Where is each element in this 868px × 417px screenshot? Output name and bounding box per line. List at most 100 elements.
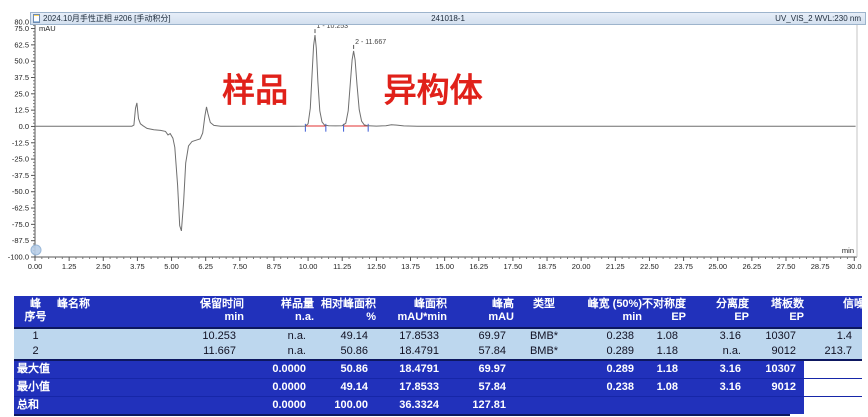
summary-cell [514, 379, 574, 396]
table-cell: BMB* [514, 344, 574, 359]
x-axis-tick-label: 6.25 [198, 262, 213, 271]
y-axis-tick-label: 50.0 [14, 57, 29, 66]
x-axis-tick-label: 15.00 [435, 262, 454, 271]
column-header-line1: 峰 [14, 298, 57, 311]
summary-label: 最大值 [14, 361, 172, 378]
table-cell [57, 344, 172, 359]
table-row[interactable]: 110.253n.a.49.1417.853369.97BMB*0.2381.0… [14, 329, 862, 344]
table-cell: 1.08 [642, 329, 686, 344]
column-header: 不对称度EP [642, 296, 686, 327]
sample-name: 241018-1 [431, 13, 465, 24]
column-header-line2 [804, 311, 868, 324]
summary-cell [749, 397, 804, 414]
column-header-line2: mAU [447, 311, 514, 324]
summary-cell [574, 397, 642, 414]
y-axis-tick-label: 12.5 [14, 106, 29, 115]
table-cell: 213.7 [804, 344, 868, 359]
summary-cell [514, 361, 574, 378]
y-axis-tick-label: -50.0 [12, 187, 29, 196]
column-header-line2 [514, 311, 574, 324]
summary-label: 总和 [14, 397, 172, 414]
summary-cell: 9012 [749, 379, 804, 396]
column-header-line2: n.a. [244, 311, 314, 324]
table-row[interactable]: 211.667n.a.50.8618.479157.84BMB*0.2891.1… [14, 344, 862, 359]
summary-cell: 18.4791 [376, 361, 447, 378]
x-axis-tick-label: 0.00 [28, 262, 43, 271]
chromatogram-panel[interactable]: 80.075.062.550.037.525.012.50.0-12.5-25.… [0, 0, 868, 285]
y-axis-unit-label: mAU [39, 24, 56, 33]
x-axis-tick-label: 18.75 [538, 262, 557, 271]
y-axis-tick-label: -100.0 [8, 253, 29, 262]
chromatogram-icon [33, 14, 40, 23]
chromatogram-plot[interactable]: 80.075.062.550.037.525.012.50.0-12.5-25.… [0, 0, 868, 285]
x-axis-tick-label: 13.75 [401, 262, 420, 271]
x-axis-tick-label: 3.75 [130, 262, 145, 271]
table-cell: 0.238 [574, 329, 642, 344]
x-axis-tick-label: 23.75 [674, 262, 693, 271]
table-cell: 18.4791 [376, 344, 447, 359]
column-header-line1: 峰高 [447, 298, 514, 311]
summary-cell: 0.0000 [244, 379, 314, 396]
y-axis-tick-label: -12.5 [12, 138, 29, 147]
table-cell: 50.86 [314, 344, 376, 359]
table-cell: n.a. [686, 344, 749, 359]
table-cell: 69.97 [447, 329, 514, 344]
x-axis-tick-label: 12.50 [367, 262, 386, 271]
summary-label: 最小值 [14, 379, 172, 396]
column-header-line2: min [574, 311, 642, 324]
chromatogram-trace[interactable] [35, 35, 856, 231]
table-cell: 1.18 [642, 344, 686, 359]
column-header-line2: EP [642, 311, 686, 324]
column-header-line1: 分离度 [686, 298, 749, 311]
column-header-line1: 塔板数 [749, 298, 804, 311]
table-cell: BMB* [514, 329, 574, 344]
table-header-row: 峰序号峰名称保留时间min样品量n.a.相对峰面积%峰面积mAU*min峰高mA… [14, 296, 862, 329]
summary-cell: 36.3324 [376, 397, 447, 414]
table-cell: 49.14 [314, 329, 376, 344]
x-axis-tick-label: 30.0 [847, 262, 862, 271]
summary-cell: 1.18 [642, 361, 686, 378]
column-header-line1: 峰面积 [376, 298, 447, 311]
table-cell: 17.8533 [376, 329, 447, 344]
table-cell: 3.16 [686, 329, 749, 344]
table-cell: 9012 [749, 344, 804, 359]
peak-label: 2 - 11.667 [355, 39, 386, 46]
table-cell: 1 [14, 329, 57, 344]
table-cell: 57.84 [447, 344, 514, 359]
summary-cell: 17.8533 [376, 379, 447, 396]
summary-cell: 127.81 [447, 397, 514, 414]
summary-cell: 69.97 [447, 361, 514, 378]
x-axis-tick-label: 17.50 [504, 262, 523, 271]
summary-cell: 3.16 [686, 361, 749, 378]
y-axis-tick-label: 25.0 [14, 89, 29, 98]
column-header: 峰序号 [14, 296, 57, 327]
y-axis-tick-label: 0.0 [19, 122, 29, 131]
column-header: 类型 [514, 296, 574, 327]
column-header-line1: 相对峰面积 [314, 298, 376, 311]
table-cell: 2 [14, 344, 57, 359]
column-header-line1: 类型 [514, 298, 574, 311]
column-header-line1: 峰宽 (50%) [574, 298, 642, 311]
x-axis-tick-label: 1.25 [62, 262, 77, 271]
summary-cell [172, 397, 244, 414]
column-header: 峰面积mAU*min [376, 296, 447, 327]
summary-cell [642, 397, 686, 414]
annotation-text: 异构体 [384, 71, 483, 108]
x-axis-tick-label: 16.25 [469, 262, 488, 271]
x-axis-tick-label: 5.00 [164, 262, 179, 271]
summary-cell [804, 397, 868, 414]
summary-cell [686, 397, 749, 414]
table-bottom-border [14, 414, 790, 416]
column-header-line1: 峰名称 [57, 298, 172, 311]
x-axis-tick-label: 7.50 [233, 262, 248, 271]
summary-cell: 50.86 [314, 361, 376, 378]
summary-cell: 3.16 [686, 379, 749, 396]
x-axis-tick-label: 27.50 [777, 262, 796, 271]
x-axis-tick-label: 10.00 [299, 262, 318, 271]
summary-cell [172, 379, 244, 396]
table-cell: n.a. [244, 344, 314, 359]
table-cell: 0.289 [574, 344, 642, 359]
table-cell: 10.253 [172, 329, 244, 344]
column-header-line1: 不对称度 [642, 298, 686, 311]
summary-cell: 0.0000 [244, 361, 314, 378]
